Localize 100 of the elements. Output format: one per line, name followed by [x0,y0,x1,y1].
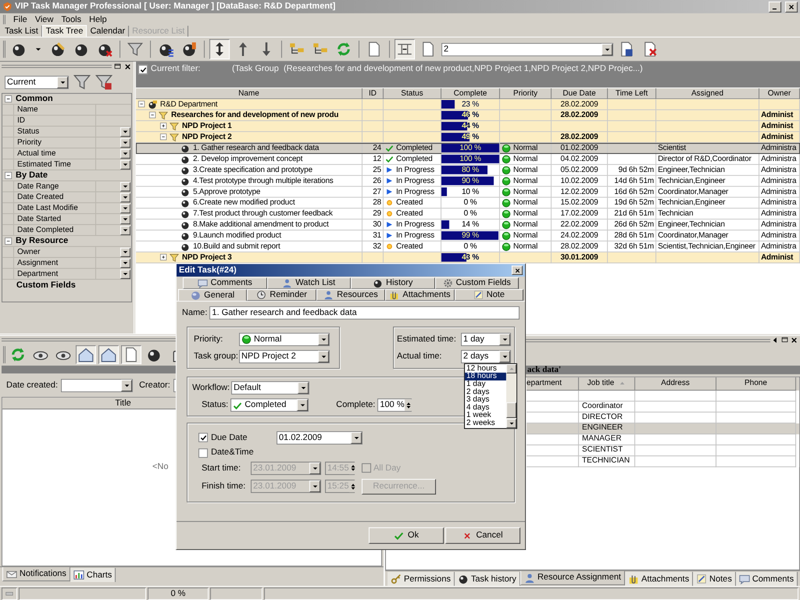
caret-icon [604,46,611,53]
pin-icon[interactable] [113,62,122,71]
dialog-tab[interactable]: Watch List [266,277,351,290]
caret-icon [123,382,130,389]
panel-tab[interactable]: Attachments [624,572,694,586]
dropdown-button[interactable] [120,126,130,136]
date-created-dropdown[interactable] [60,378,133,392]
close-button[interactable] [785,1,798,12]
gear-icon [442,278,453,288]
dropdown-button[interactable] [120,258,130,268]
name-field[interactable]: 1. Gather research and feedback data [210,306,520,320]
house-icon [78,346,94,362]
panel-tab[interactable]: Resource Assignment [520,571,625,586]
dropdown-button[interactable] [120,225,130,235]
field-label: Date created: [6,380,58,390]
ball-icon [458,573,469,584]
double-arrow-button[interactable] [209,39,230,60]
priority-dropdown[interactable]: Normal [239,332,330,346]
status-dropdown[interactable]: Completed [230,398,309,412]
dropdown-button[interactable] [120,160,130,170]
checkbox[interactable] [198,448,208,458]
dialog-tab[interactable]: Resources [316,289,386,301]
pin-icon[interactable] [780,336,790,345]
dialog-tab[interactable]: General [178,289,248,301]
menu-item[interactable]: Tools [58,15,84,24]
dialog-tab[interactable]: Note [454,289,524,301]
close-icon[interactable] [123,62,132,71]
status-panel [210,588,262,600]
level-dropdown[interactable]: 2 [441,42,614,56]
panel-tab[interactable]: Task history [454,572,520,586]
estimated-time-dropdown[interactable]: 1 day [460,332,511,346]
caret-icon [34,45,42,54]
caret-icon [58,78,66,86]
column-header[interactable]: Title [115,398,131,408]
scroll-up-button[interactable] [506,364,516,374]
field-label: Start time: [202,464,242,472]
field-label: All Day [373,464,401,472]
field-label: Complete: [336,400,376,410]
panel-tab[interactable]: Permissions [387,572,455,586]
dropdown-button[interactable] [120,247,130,257]
dialog-tab[interactable]: Custom Fields [434,277,519,290]
menu-item[interactable]: File [10,15,30,24]
close-icon[interactable] [790,336,798,345]
envelope-icon [6,568,18,580]
paperclip-icon [628,573,639,584]
plus-box-icon[interactable] [159,253,168,262]
scroll-down-button[interactable] [506,418,516,428]
house-button[interactable] [76,345,96,364]
dropdown-button[interactable] [120,182,130,192]
section-label: By Date [16,171,48,180]
ball-flag-icon [181,41,197,58]
checkbox[interactable] [198,432,208,442]
task-group-dropdown[interactable]: NPD Project 2 [239,350,330,363]
view-tab[interactable]: Task Tree [42,25,88,37]
window-title: VIP Task Manager Professional [ User: Manager ] [DataBase: R&D Department] [14,2,336,11]
page-button[interactable] [121,345,142,364]
scroll-thumb[interactable] [506,402,516,418]
checkbox[interactable] [138,64,148,74]
panel-tab[interactable]: Notifications [2,567,70,582]
dropdown-button[interactable] [120,148,130,158]
view-tab[interactable]: Calendar [87,26,129,37]
menu-item[interactable]: Help [86,15,110,24]
cancel-button[interactable]: Cancel [445,527,520,544]
dialog-tab[interactable]: History [350,277,435,290]
panel-tab[interactable]: Notes [693,572,736,586]
minus-box-icon[interactable] [4,94,14,104]
actual-time-dropdown[interactable]: 2 days [460,350,511,363]
complete-spinner[interactable]: 100 % [378,398,412,412]
dropdown-button[interactable] [120,204,130,213]
app-logo-icon [2,2,12,12]
field-label: Status: [202,400,228,410]
cross-icon [462,530,472,540]
column-width-button[interactable] [394,39,415,60]
minus-box-icon[interactable] [4,236,14,246]
plus-box-icon[interactable] [159,122,168,130]
workflow-dropdown[interactable]: Default [231,381,310,395]
dropdown-button[interactable] [120,269,130,279]
field-label: Finish time: [202,482,246,491]
ok-button[interactable]: Ok [368,527,444,544]
panel-tab[interactable]: Charts [70,568,116,582]
panel-tab[interactable]: Comments [736,572,798,586]
minus-box-icon[interactable] [4,170,14,180]
due-date-dropdown[interactable]: 01.02.2009 [276,430,362,444]
minus-box-icon[interactable] [159,132,168,142]
view-tab[interactable]: Task List [2,26,42,37]
dropdown-button[interactable] [120,214,130,224]
dropdown-button[interactable] [120,192,130,202]
person-icon [324,290,334,300]
minimize-button[interactable] [768,1,782,12]
speech-icon [197,278,208,288]
dialog-tab[interactable]: Reminder [247,289,316,301]
house-button[interactable] [98,345,119,364]
dialog-tab[interactable]: Comments [182,277,267,290]
close-button[interactable] [512,266,523,275]
dropdown-button[interactable] [120,138,130,148]
minus-box-icon[interactable] [138,100,146,109]
dialog-tab[interactable]: Attachments [385,289,454,301]
person-icon [524,572,536,584]
menu-item[interactable]: View [32,15,57,24]
filter-preset-dropdown[interactable]: Current [4,75,69,89]
